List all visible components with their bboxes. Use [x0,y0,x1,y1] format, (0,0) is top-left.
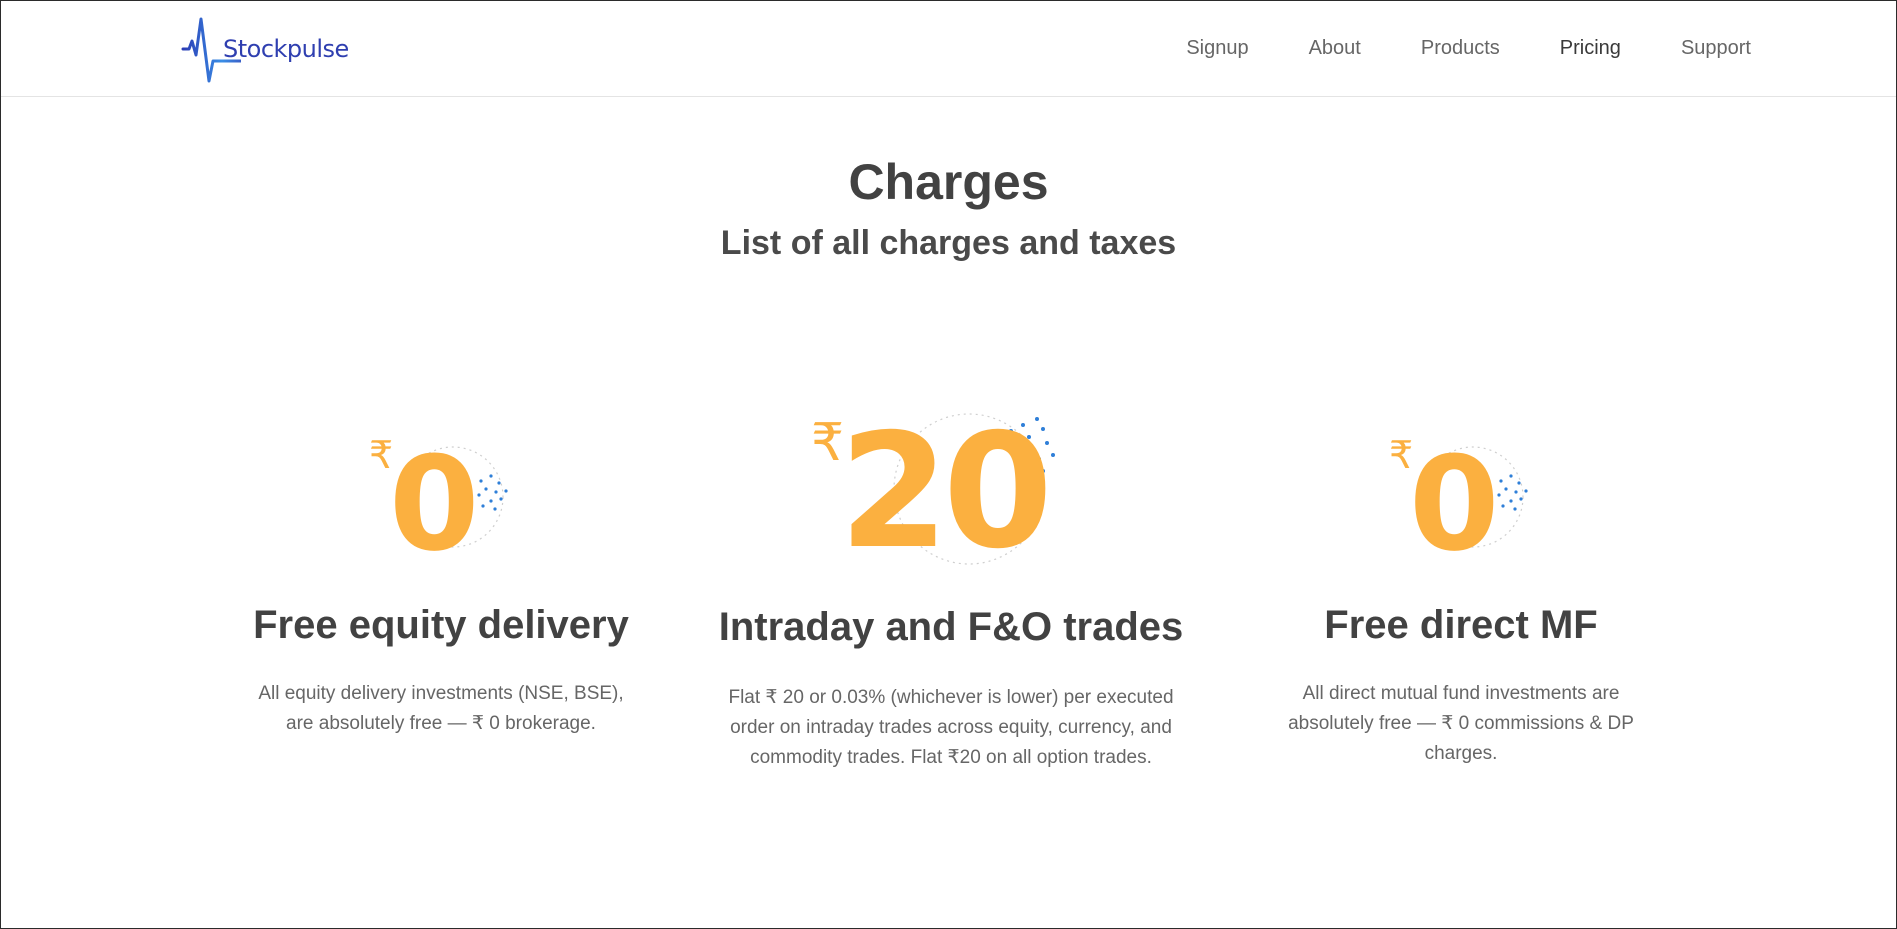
nav-pricing[interactable]: Pricing [1560,37,1621,60]
nav-signup[interactable]: Signup [1186,37,1248,60]
card-title: Free direct MF [1324,603,1598,647]
nav-menu: Signup About Products Pricing Support [1126,37,1751,60]
price-value: 0 [389,428,480,580]
card-title: Free equity delivery [253,603,629,647]
nav-support[interactable]: Support [1681,37,1751,60]
brand-name: Stockpulse [223,35,349,63]
pricing-card-mf: ₹ 0 Free direct MF All direct mutual fun… [1251,431,1671,771]
page-subtitle: List of all charges and taxes [720,224,1177,262]
price-graphic: ₹ 0 [341,431,541,571]
card-description: All equity delivery investments (NSE, BS… [258,683,624,734]
brand-logo[interactable]: Stockpulse [181,15,349,85]
card-description: Flat ₹ 20 or 0.03% (whichever is lower) … [728,687,1174,768]
price-graphic: ₹ 20 [801,401,1101,581]
price-value: 20 [839,400,1053,584]
nav-about[interactable]: About [1309,37,1361,60]
page-title: Charges [848,154,1049,210]
page: Stockpulse Signup About Products Pricing… [0,0,1897,929]
price-value: 0 [1409,428,1500,580]
card-description: All direct mutual fund investments are a… [1288,683,1634,764]
pricing-card-intraday: ₹ 20 Intraday and F&O trades Flat ₹ 20 o… [701,401,1201,781]
nav-products[interactable]: Products [1421,37,1500,60]
navbar: Stockpulse Signup About Products Pricing… [1,1,1896,97]
pricing-card-equity: ₹ 0 Free equity delivery All equity deli… [231,431,651,751]
price-graphic: ₹ 0 [1361,431,1561,571]
card-title: Intraday and F&O trades [718,605,1184,649]
